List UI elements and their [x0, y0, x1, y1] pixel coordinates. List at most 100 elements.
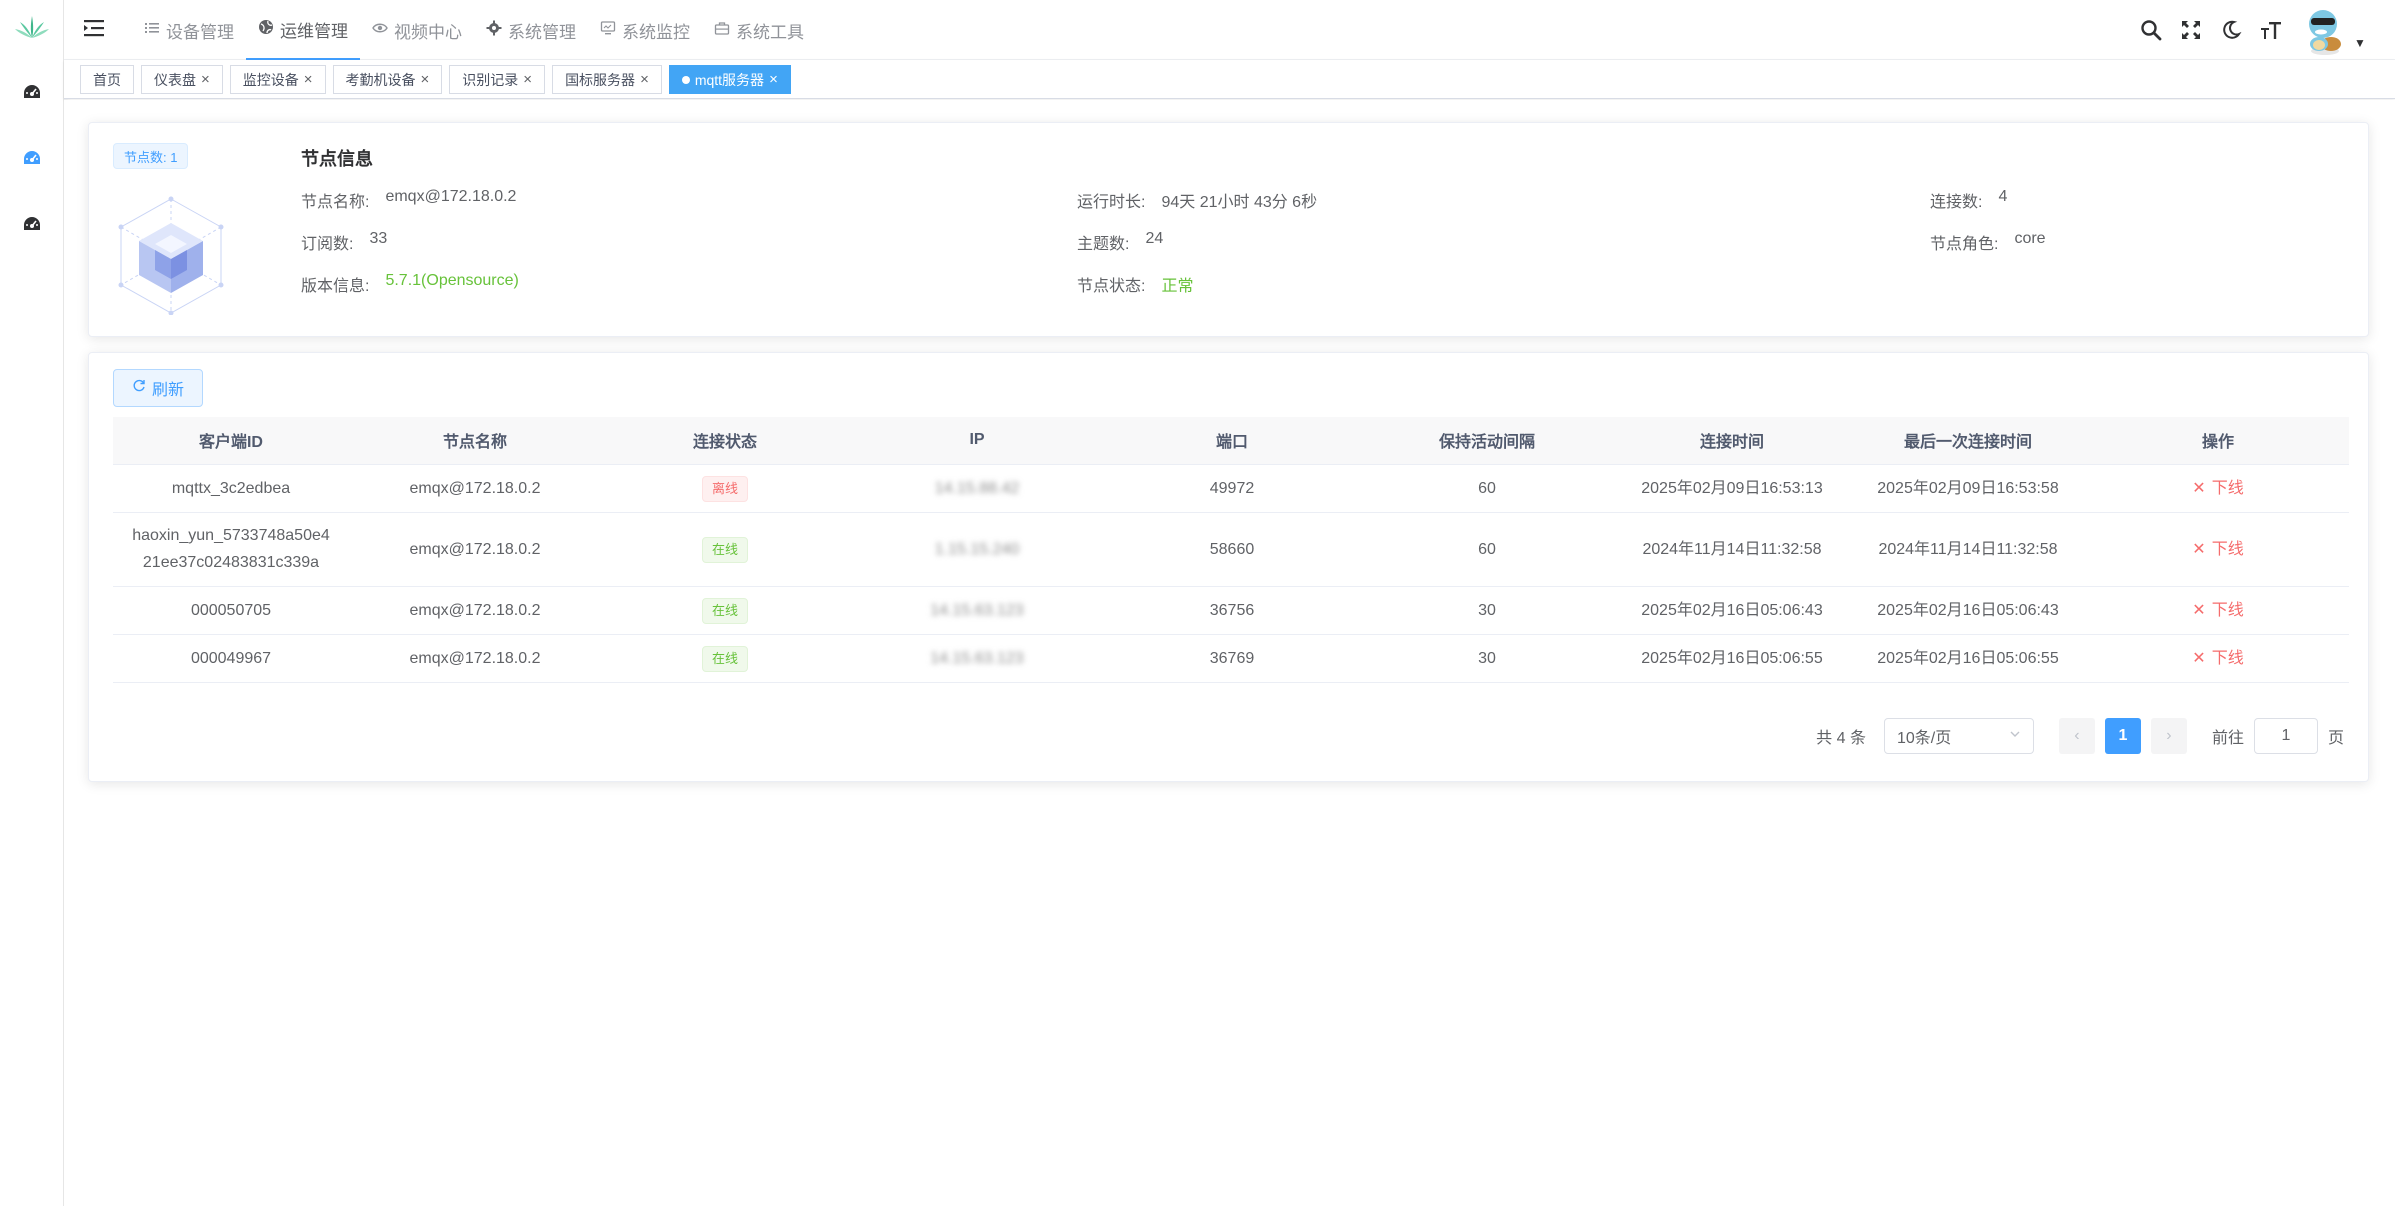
menu-item-ops-management[interactable]: 运维管理: [246, 0, 360, 60]
cell-client-id: mqttx_3c2edbea: [113, 464, 349, 513]
tag-label: mqtt服务器: [694, 71, 765, 88]
status-badge: 在线: [701, 597, 748, 624]
close-icon[interactable]: ×: [523, 72, 532, 87]
prev-page-button[interactable]: ‹: [2058, 718, 2095, 754]
info-node-name: 节点名称: emqx@172.18.0.2: [301, 188, 516, 212]
page-number-button[interactable]: 1: [2104, 718, 2141, 754]
chevron-left-icon: ‹: [2074, 727, 2080, 744]
cell-client-id: 000050705: [113, 586, 349, 635]
cell-node-name: emqx@172.18.0.2: [349, 464, 601, 513]
dashboard-icon[interactable]: [22, 214, 42, 234]
tag-home[interactable]: 首页: [80, 65, 134, 94]
close-icon[interactable]: ×: [201, 72, 210, 87]
close-icon[interactable]: ×: [304, 72, 313, 87]
menu-item-device-management[interactable]: 设备管理: [132, 0, 246, 60]
page-size-value: 10条/页: [1896, 730, 1952, 747]
tag-label: 首页: [93, 71, 121, 88]
cell-client-id: haoxin_yun_5733748a50e4 21ee37c02483831c…: [113, 512, 349, 587]
monitor-icon: [600, 20, 616, 41]
disconnect-button[interactable]: ✕ 下线: [2192, 597, 2243, 624]
cell-keepalive: 60: [1359, 464, 1615, 513]
menu-item-system-tools[interactable]: 系统工具: [702, 0, 816, 60]
menu-item-video-center[interactable]: 视频中心: [360, 0, 474, 60]
menu-item-label: 视频中心: [394, 22, 462, 42]
menu-item-label: 设备管理: [166, 22, 234, 42]
ip-address: 14.15.63.123: [930, 649, 1024, 667]
chevron-right-icon: ›: [2166, 727, 2172, 744]
tag-attendance-device[interactable]: 考勤机设备 ×: [332, 65, 443, 94]
cell-status: 在线: [601, 586, 849, 635]
cell-action: ✕ 下线: [2087, 634, 2349, 683]
navbar-tools: ▼: [2131, 0, 2395, 60]
main-content: 节点数: 1 节点信息 节点名称: emqx@172.18.0.2 运行时长: …: [64, 100, 2395, 1206]
cell-connected-at: 2025年02月09日16:53:13: [1615, 464, 1849, 513]
info-version: 版本信息: 5.7.1(Opensource): [301, 272, 519, 296]
next-page-button[interactable]: ›: [2150, 718, 2187, 754]
tag-mqtt-server[interactable]: mqtt服务器 ×: [668, 65, 791, 94]
disconnect-button[interactable]: ✕ 下线: [2192, 645, 2243, 672]
node-info-card: 节点数: 1 节点信息 节点名称: emqx@172.18.0.2 运行时长: …: [88, 122, 2369, 337]
cell-last-connected-at: 2025年02月16日05:06:55: [1849, 634, 2087, 683]
fullscreen-icon[interactable]: [2171, 10, 2211, 50]
cell-last-connected-at: 2025年02月09日16:53:58: [1849, 464, 2087, 513]
info-label: 节点状态:: [1077, 278, 1146, 295]
dashboard-icon[interactable]: [22, 82, 42, 102]
close-icon[interactable]: ×: [640, 72, 649, 87]
close-icon: ✕: [2192, 601, 2206, 619]
cell-action: ✕ 下线: [2087, 586, 2349, 635]
cell-keepalive: 60: [1359, 512, 1615, 587]
info-value: 94天 21小时 43分 6秒: [1161, 194, 1318, 211]
info-value: core: [2014, 230, 2046, 247]
menu-item-system-management[interactable]: 系统管理: [474, 0, 588, 60]
column-header: 节点名称: [349, 417, 601, 465]
table-row: 000050705 emqx@172.18.0.2 在线 14.15.63.12…: [113, 586, 2349, 635]
column-header: IP: [849, 417, 1105, 465]
page-size-select[interactable]: 10条/页: [1883, 718, 2034, 754]
close-icon: ✕: [2192, 540, 2206, 558]
hamburger-menu-icon[interactable]: [82, 17, 106, 39]
info-label: 节点名称:: [301, 194, 370, 211]
column-header: 连接状态: [601, 417, 849, 465]
dark-mode-moon-icon[interactable]: [2211, 10, 2251, 50]
cell-keepalive: 30: [1359, 634, 1615, 683]
close-icon[interactable]: ×: [421, 72, 430, 87]
cell-last-connected-at: 2025年02月16日05:06:43: [1849, 586, 2087, 635]
goto-page-input[interactable]: [2253, 718, 2318, 754]
menu-item-system-monitor[interactable]: 系统监控: [588, 0, 702, 60]
caret-down-icon[interactable]: ▼: [2353, 36, 2367, 50]
refresh-button[interactable]: 刷新: [113, 369, 204, 407]
info-value: 24: [1145, 230, 1164, 247]
column-header: 操作: [2087, 417, 2349, 465]
tag-monitor-device[interactable]: 监控设备 ×: [229, 65, 326, 94]
info-uptime: 运行时长: 94天 21小时 43分 6秒: [1077, 188, 1317, 212]
disconnect-button[interactable]: ✕ 下线: [2192, 475, 2243, 502]
info-subscriptions: 订阅数: 33: [301, 230, 387, 254]
menu-item-label: 系统工具: [736, 22, 804, 42]
refresh-label: 刷新: [152, 382, 185, 399]
info-label: 节点角色:: [1930, 236, 1999, 253]
tag-label: 识别记录: [462, 71, 519, 88]
pagination: 共 4 条 10条/页 ‹ 1 › 前往 页: [1816, 717, 2344, 755]
user-avatar[interactable]: [2301, 4, 2353, 56]
goto-label: 前往: [2211, 730, 2244, 747]
dashboard-icon[interactable]: [22, 148, 42, 168]
disconnect-label: 下线: [2211, 540, 2244, 558]
disconnect-button[interactable]: ✕ 下线: [2192, 536, 2243, 563]
tag-dashboard[interactable]: 仪表盘 ×: [141, 65, 223, 94]
close-icon[interactable]: ×: [769, 72, 778, 87]
cell-status: 离线: [601, 464, 849, 513]
info-node-status: 节点状态: 正常: [1077, 272, 1193, 296]
status-badge: 离线: [701, 475, 748, 502]
top-navbar: 设备管理 运维管理 视频中心 系统管理 系统监控 系统工具 ▼: [64, 0, 2395, 60]
search-icon[interactable]: [2131, 10, 2171, 50]
menu-item-label: 系统监控: [622, 22, 690, 42]
cell-port: 36769: [1105, 634, 1359, 683]
font-size-icon[interactable]: [2251, 10, 2291, 50]
info-label: 运行时长:: [1077, 194, 1146, 211]
lotus-logo-icon[interactable]: [14, 14, 50, 40]
tag-gb-server[interactable]: 国标服务器 ×: [552, 65, 662, 94]
cell-node-name: emqx@172.18.0.2: [349, 586, 601, 635]
info-value: 4: [1998, 188, 2008, 205]
cell-node-name: emqx@172.18.0.2: [349, 634, 601, 683]
tag-recognition-records[interactable]: 识别记录 ×: [449, 65, 546, 94]
